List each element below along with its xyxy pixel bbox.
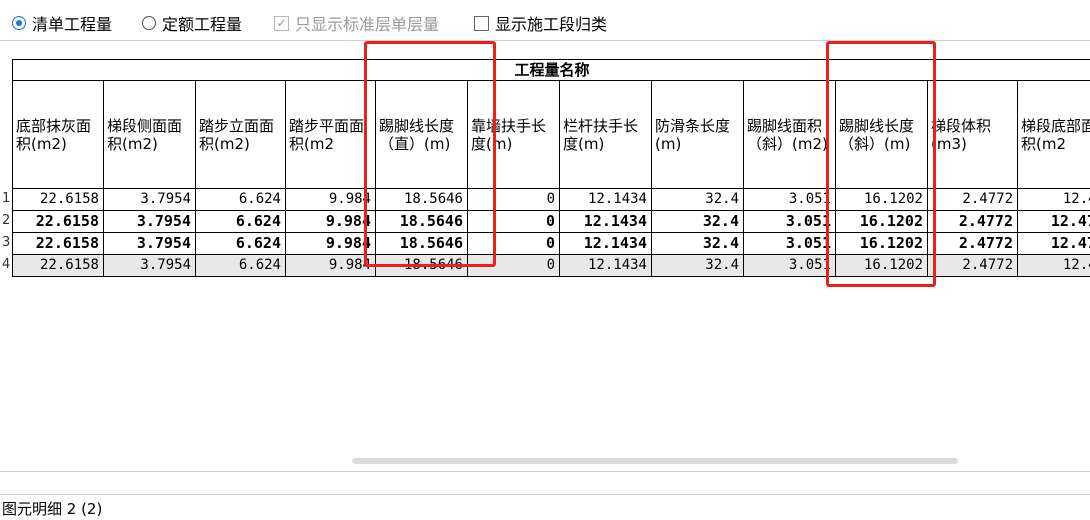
table-cell[interactable]: 12.1434 <box>560 189 652 211</box>
element-detail-label: 图元明细 2 (2) <box>2 500 103 518</box>
table-cell[interactable]: 9.984 <box>286 233 376 255</box>
column-header[interactable]: 踢脚线面积（斜）(m2) <box>744 81 836 189</box>
row-number: 4 <box>2 257 11 272</box>
row-number: 1 <box>2 191 11 206</box>
highlight-box-slant <box>826 41 936 287</box>
table-cell[interactable]: 22.6158 <box>12 255 104 277</box>
element-detail-panel: 图元明细 2 (2) <box>0 494 1090 520</box>
table-cell[interactable]: 3.7954 <box>104 211 196 233</box>
table-cell[interactable]: 12.47 <box>1018 255 1090 277</box>
table-cell[interactable]: 12.479 <box>1018 211 1090 233</box>
table-cell[interactable]: 9.984 <box>286 211 376 233</box>
row-number: 2 <box>2 213 11 228</box>
toolbar: 清单工程量 定额工程量 ✓ 只显示标准层单层量 显示施工段归类 <box>0 0 1090 40</box>
table-cell[interactable]: 12.479 <box>1018 233 1090 255</box>
column-header[interactable]: 梯段侧面面积(m2) <box>104 81 196 189</box>
horizontal-scrollbar[interactable] <box>352 458 958 464</box>
table-cell[interactable]: 3.051 <box>744 255 836 277</box>
column-header[interactable]: 踏步平面面积(m2 <box>286 81 376 189</box>
checkbox-checked-icon: ✓ <box>274 15 289 31</box>
table-cell[interactable]: 3.051 <box>744 211 836 233</box>
table-cell[interactable]: 32.4 <box>652 189 744 211</box>
table-cell[interactable]: 6.624 <box>196 255 286 277</box>
table-cell[interactable]: 12.1434 <box>560 233 652 255</box>
table-cell[interactable]: 2.4772 <box>928 211 1018 233</box>
table-cell[interactable]: 2.4772 <box>928 255 1018 277</box>
column-header[interactable]: 梯段底部面积(m2 <box>1018 81 1090 189</box>
checkbox-construction-segment[interactable]: 显示施工段归类 <box>474 12 607 34</box>
table-cell[interactable]: 6.624 <box>196 211 286 233</box>
column-header[interactable]: 踏步立面面积(m2) <box>196 81 286 189</box>
table-cell[interactable]: 12.1434 <box>560 211 652 233</box>
column-header[interactable]: 梯段体积(m3) <box>928 81 1018 189</box>
table-cell[interactable]: 3.051 <box>744 189 836 211</box>
table-cell[interactable]: 32.4 <box>652 211 744 233</box>
radio-selected-icon[interactable] <box>12 16 26 30</box>
table-cell[interactable]: 12.47 <box>1018 189 1090 211</box>
checkbox-standard-layer: ✓ 只显示标准层单层量 <box>274 12 439 34</box>
checkbox-standard-layer-label: 只显示标准层单层量 <box>295 15 440 34</box>
radio-bill-quantity[interactable]: 清单工程量 <box>12 12 112 34</box>
table-cell[interactable]: 12.1434 <box>560 255 652 277</box>
quantity-table: 工程量名称 底部抹灰面积(m2) 梯段侧面面积(m2) 踏步立面面积(m2) 踏步平面… <box>0 40 1090 472</box>
table-cell[interactable]: 2.4772 <box>928 189 1018 211</box>
column-header[interactable]: 防滑条长度(m) <box>652 81 744 189</box>
column-header[interactable]: 栏杆扶手长度(m) <box>560 81 652 189</box>
checkbox-segment-label: 显示施工段归类 <box>495 15 608 34</box>
table-cell[interactable]: 22.6158 <box>12 189 104 211</box>
table-cell[interactable]: 3.7954 <box>104 233 196 255</box>
table-cell[interactable]: 32.4 <box>652 255 744 277</box>
table-cell[interactable]: 32.4 <box>652 233 744 255</box>
table-cell[interactable]: 22.6158 <box>12 233 104 255</box>
highlight-box-straight <box>364 41 496 267</box>
table-cell[interactable]: 3.7954 <box>104 189 196 211</box>
radio-bill-label: 清单工程量 <box>32 15 113 34</box>
radio-quota-label: 定额工程量 <box>162 15 243 34</box>
table-cell[interactable]: 6.624 <box>196 189 286 211</box>
row-number: 3 <box>2 235 11 250</box>
table-cell[interactable]: 9.984 <box>286 255 376 277</box>
radio-quota-quantity[interactable]: 定额工程量 <box>142 12 242 34</box>
table-cell[interactable]: 9.984 <box>286 189 376 211</box>
table-cell[interactable]: 3.051 <box>744 233 836 255</box>
table-cell[interactable]: 3.7954 <box>104 255 196 277</box>
column-header[interactable]: 底部抹灰面积(m2) <box>12 81 104 189</box>
table-cell[interactable]: 2.4772 <box>928 233 1018 255</box>
checkbox-unchecked-icon[interactable] <box>474 15 489 31</box>
radio-unselected-icon[interactable] <box>142 16 156 30</box>
table-cell[interactable]: 22.6158 <box>12 211 104 233</box>
table-cell[interactable]: 6.624 <box>196 233 286 255</box>
